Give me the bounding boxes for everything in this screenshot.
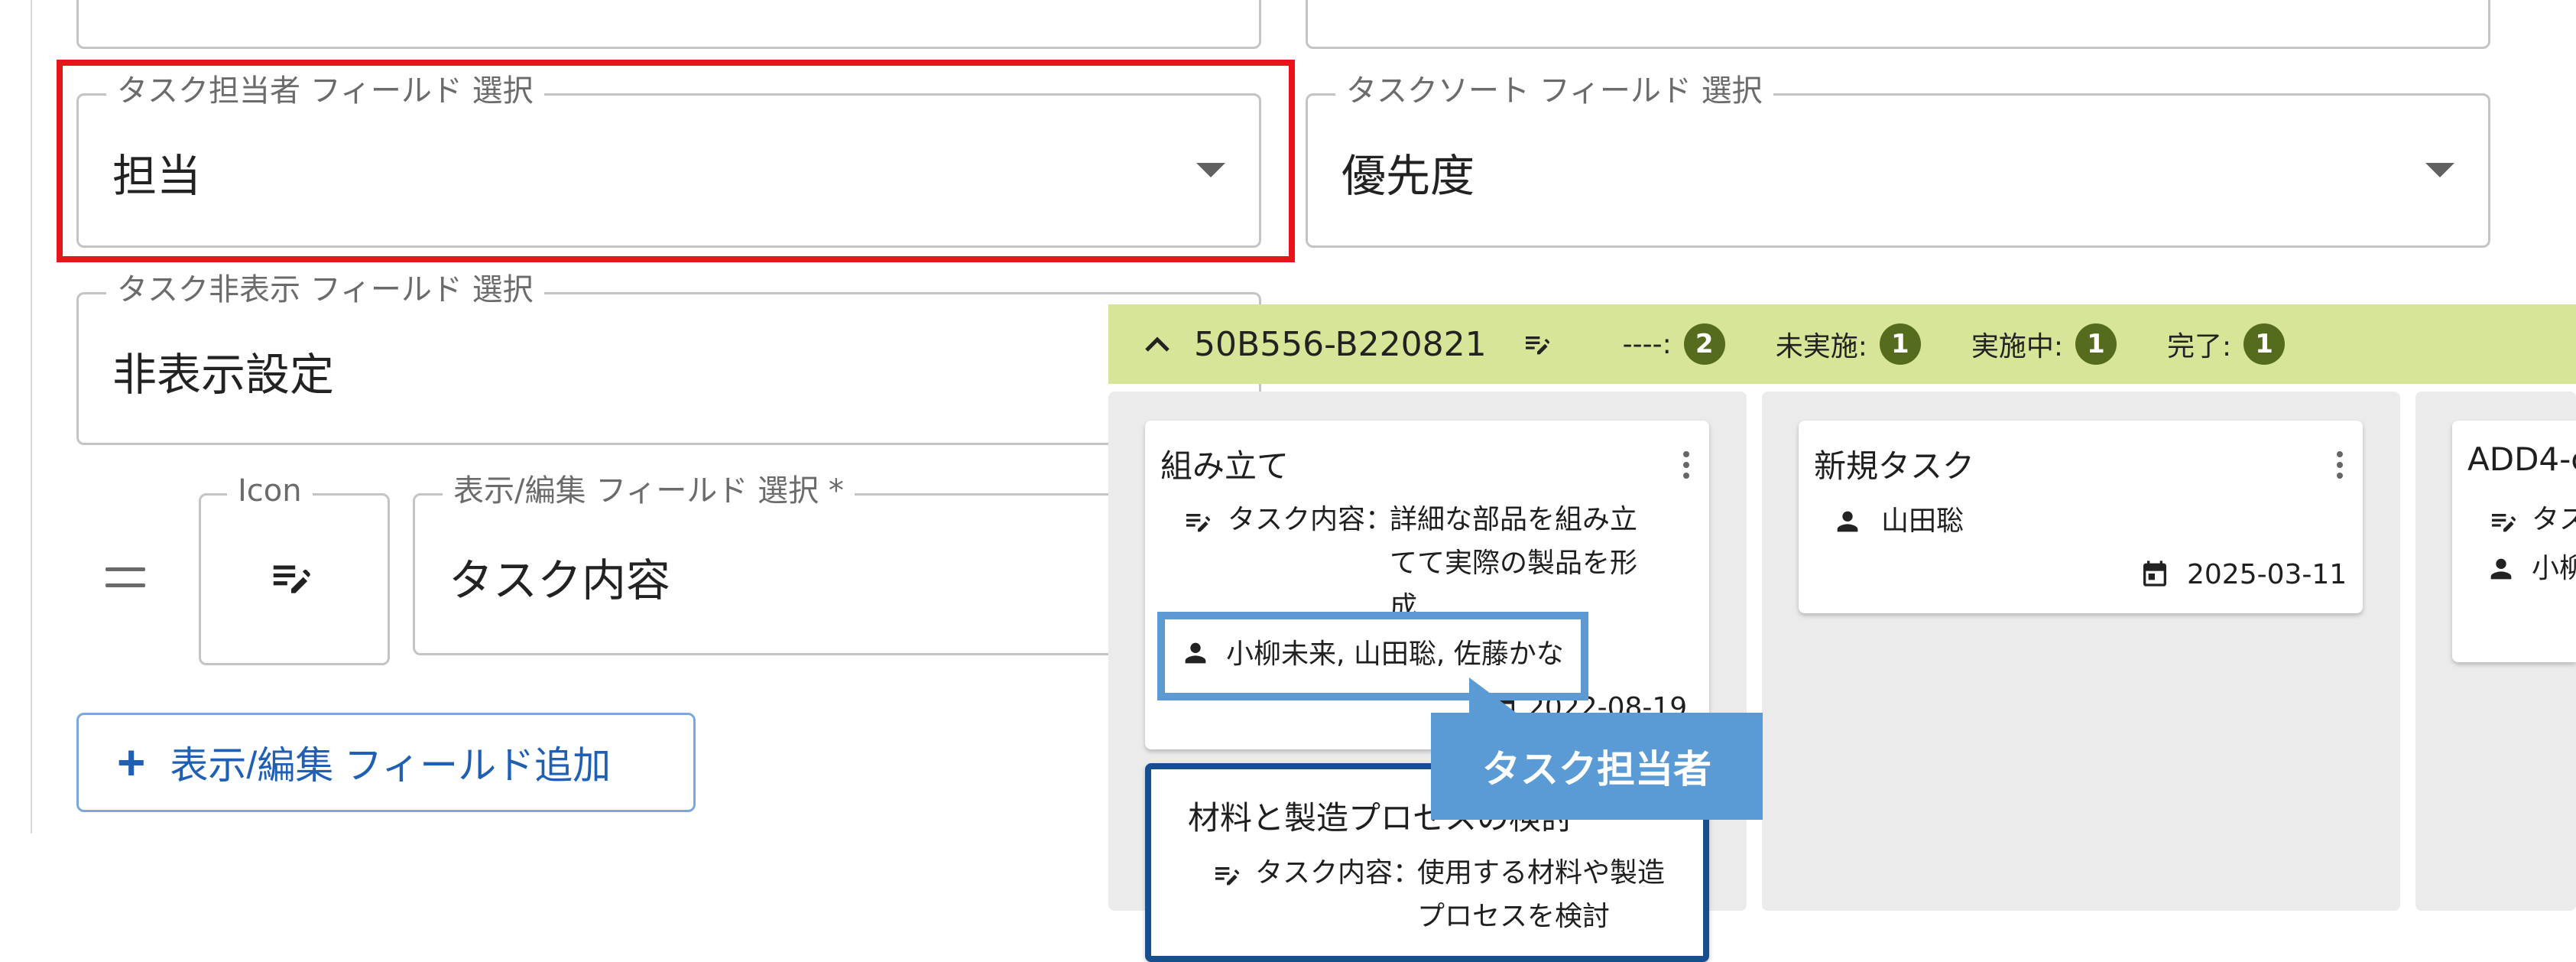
- task-content-text: 詳細な部品を組み立てて実際の製品を形成: [1390, 504, 1638, 616]
- hidden-field-value: 非表示設定: [112, 349, 335, 401]
- status-label: 完了:: [2167, 331, 2232, 362]
- task-assignees: 山田聡: [1881, 505, 1964, 537]
- task-card-new[interactable]: 新規タスク 山田聡 2025-03-11: [1799, 421, 2363, 613]
- status-badge: 1: [2075, 323, 2117, 365]
- highlight-box-assignees: [1157, 612, 1588, 700]
- edit-note-icon: [2492, 514, 2516, 532]
- more-menu-icon[interactable]: [1682, 451, 1691, 483]
- task-card-title: ADD4-c: [2467, 440, 2576, 478]
- task-due-date: 2025-03-11: [2187, 559, 2347, 590]
- status-count-done: 完了: 1: [2167, 323, 2286, 365]
- left-divider: [31, 0, 32, 834]
- task-card-title: 新規タスク: [1814, 447, 1975, 485]
- status-badge: 1: [1879, 323, 1921, 365]
- status-badge: 2: [1683, 323, 1725, 365]
- status-count-none: ----: 2: [1623, 323, 1725, 365]
- highlight-box-assignee: [57, 60, 1295, 262]
- add-display-field-label: 表示/編集 フィールド追加: [170, 744, 612, 787]
- task-card-add4[interactable]: ADD4-c タス 小柳: [2452, 421, 2576, 662]
- display-field-value: タスク内容: [449, 554, 671, 606]
- status-label: 未実施:: [1775, 331, 1867, 362]
- icon-field-label: Icon: [227, 471, 313, 511]
- icon-picker[interactable]: Icon: [199, 471, 390, 665]
- group-header[interactable]: 50B556-B220821 ----: 2 未実施: 1 実施中: 1 完了:…: [1108, 304, 2576, 384]
- more-menu-icon[interactable]: [2335, 451, 2344, 483]
- hidden-field-label: タスク非表示 フィールド 選択: [106, 270, 544, 310]
- plus-icon: +: [117, 735, 146, 790]
- status-label: ----:: [1622, 328, 1672, 360]
- status-badge: 1: [2243, 323, 2286, 365]
- task-content-label: タス: [2532, 504, 2576, 535]
- task-content-text: 使用する材料や製造プロセスを検討: [1417, 857, 1666, 932]
- drag-handle-icon[interactable]: [105, 567, 145, 589]
- sort-field-value: 優先度: [1342, 150, 1475, 202]
- status-label: 実施中:: [1971, 331, 2063, 362]
- callout-label: タスク担当者: [1431, 713, 1763, 820]
- task-content-label: タスク内容：: [1255, 857, 1421, 889]
- chevron-up-icon[interactable]: [1134, 335, 1180, 353]
- edit-note-icon: [273, 565, 310, 593]
- sort-field-select[interactable]: タスクソート フィールド 選択 優先度: [1306, 71, 2490, 248]
- person-icon: [2490, 558, 2512, 580]
- status-count-todo: 未実施: 1: [1776, 323, 1921, 365]
- task-card-title: 組み立て: [1160, 447, 1290, 485]
- upper-field-right[interactable]: [1306, 0, 2490, 49]
- sort-field-label: タスクソート フィールド 選択: [1335, 71, 1773, 111]
- group-name: 50B556-B220821: [1194, 324, 1487, 364]
- display-field-label: 表示/編集 フィールド 選択 *: [443, 471, 855, 511]
- edit-note-icon[interactable]: [1520, 329, 1554, 359]
- callout-pointer: [1469, 678, 1518, 714]
- edit-note-icon: [1215, 867, 1239, 886]
- status-count-doing: 実施中: 1: [1971, 323, 2117, 365]
- task-assignees: 小柳: [2532, 553, 2576, 584]
- calendar-icon: [2143, 561, 2166, 587]
- chevron-down-icon[interactable]: [2425, 163, 2454, 177]
- add-display-field-button[interactable]: + 表示/編集 フィールド追加: [76, 713, 696, 812]
- hidden-field-select[interactable]: タスク非表示 フィールド 選択 非表示設定: [76, 270, 1261, 445]
- task-content-label: タスク内容：: [1228, 504, 1393, 535]
- person-icon: [1837, 511, 1858, 532]
- edit-note-icon: [1186, 514, 1210, 532]
- upper-field-left[interactable]: [76, 0, 1261, 49]
